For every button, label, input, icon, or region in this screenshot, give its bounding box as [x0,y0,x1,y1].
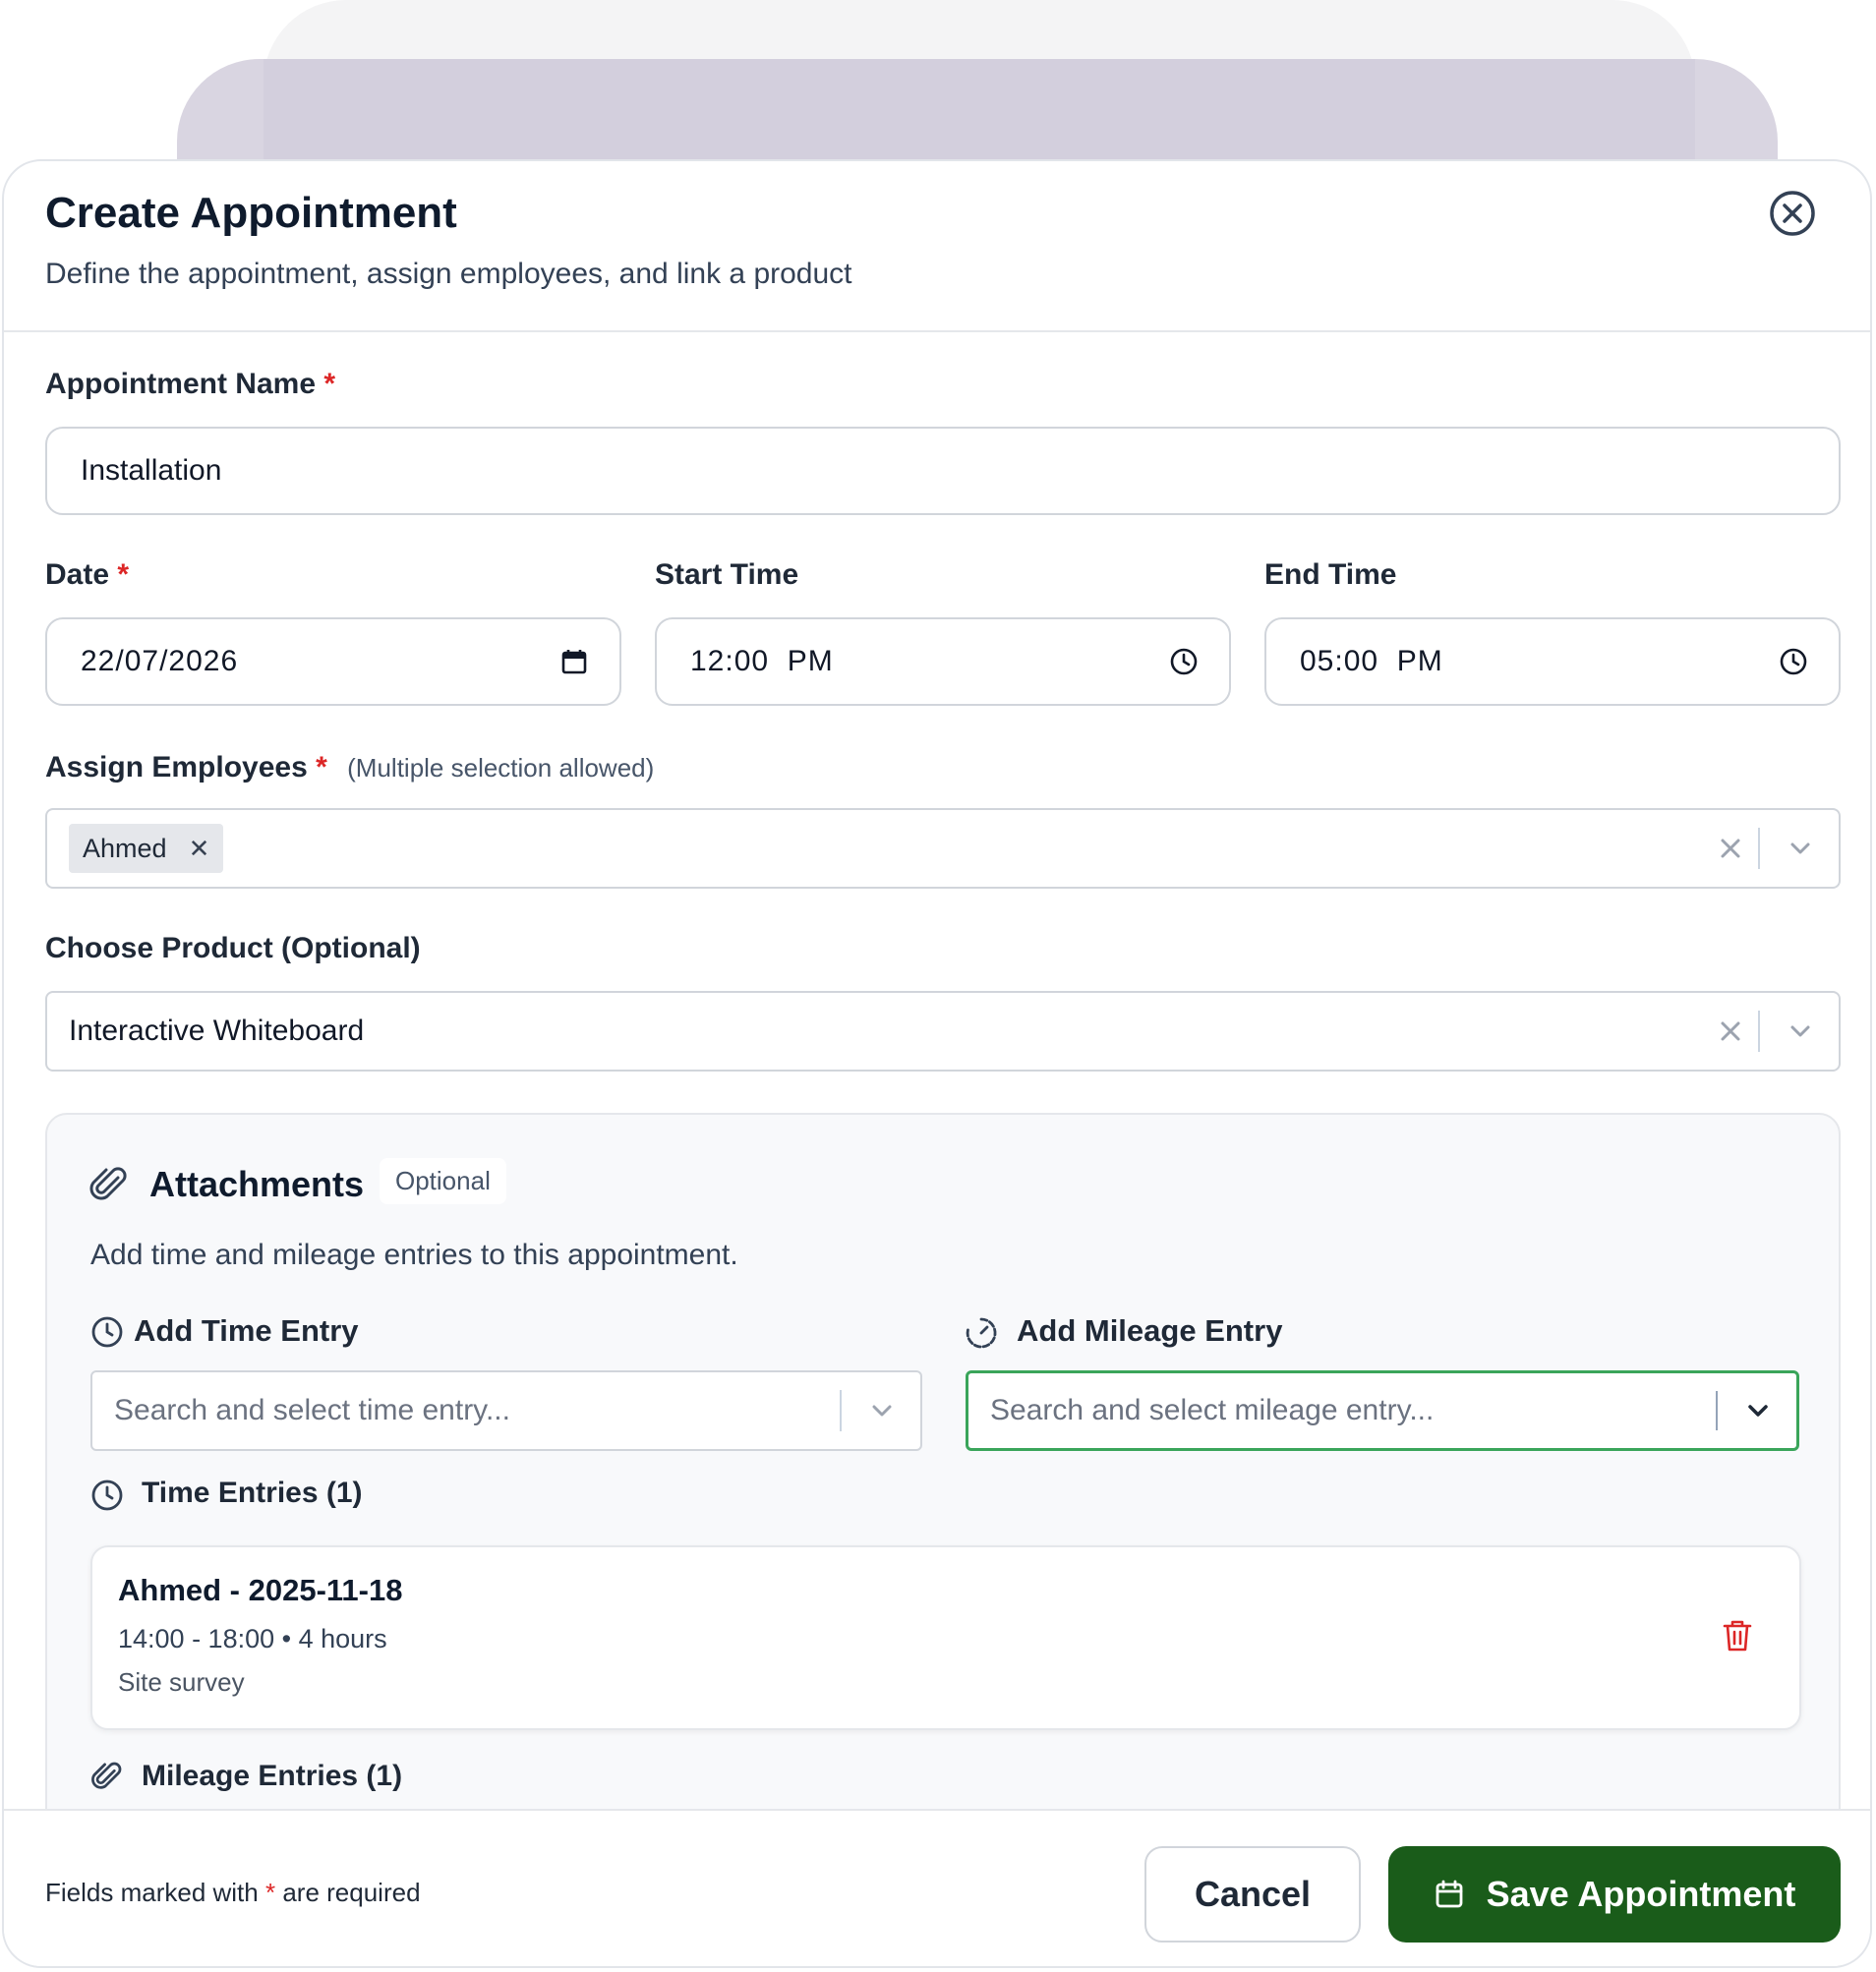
required-note-prefix: Fields marked with [45,1878,259,1907]
assign-employees-select[interactable]: Ahmed ✕ [45,808,1841,889]
close-icon[interactable] [1768,189,1817,238]
appointment-name-input[interactable]: Installation [45,427,1841,515]
time-entry-note: Site survey [118,1667,245,1697]
multiple-selection-hint: (Multiple selection allowed) [347,753,655,783]
dialog-subtitle: Define the appointment, assign employees… [45,258,852,290]
create-appointment-dialog: Create Appointment Define the appointmen… [2,159,1872,1968]
clear-icon[interactable] [1717,835,1744,862]
time-entry-detail: 14:00 - 18:00 • 4 hours [118,1624,387,1653]
appointment-name-value: Installation [81,454,222,487]
time-entry-title: Ahmed - 2025-11-18 [118,1573,403,1607]
add-mileage-entry-label: Add Mileage Entry [1017,1313,1283,1348]
select-separator [840,1390,842,1431]
clear-icon[interactable] [1717,1017,1744,1045]
clock-icon [91,1479,123,1511]
select-separator [1758,828,1760,869]
time-entry-card: Ahmed - 2025-11-18 14:00 - 18:00 • 4 hou… [90,1545,1801,1730]
start-time-input[interactable]: 12:00 PM [655,617,1231,706]
clock-icon[interactable] [1168,646,1200,677]
clock-icon [91,1316,123,1348]
assign-employees-label-text: Assign Employees [45,751,308,783]
dialog-header: Create Appointment Define the appointmen… [4,161,1870,332]
product-value: Interactive Whiteboard [69,1015,365,1047]
calendar-icon [1436,1880,1463,1908]
choose-product-select[interactable]: Interactive Whiteboard [45,991,1841,1072]
dialog-title: Create Appointment [45,189,457,237]
chevron-down-icon[interactable] [1743,1396,1773,1425]
optional-badge: Optional [380,1158,506,1204]
time-entry-placeholder: Search and select time entry... [114,1394,510,1426]
chevron-down-icon[interactable] [867,1396,897,1425]
time-entry-select[interactable]: Search and select time entry... [90,1370,922,1451]
required-mark: * [323,368,336,400]
end-time-value: 05:00 PM [1300,645,1443,677]
dialog-footer: Fields marked with * are required Cancel… [4,1809,1870,1966]
date-value: 22/07/2026 [81,645,239,677]
required-fields-note: Fields marked with * are required [45,1878,421,1908]
date-label-text: Date [45,558,110,591]
appointment-name-label: Appointment Name * [45,368,335,401]
appointment-name-label-text: Appointment Name [45,368,317,400]
mileage-entry-placeholder: Search and select mileage entry... [990,1394,1435,1426]
cancel-button-label: Cancel [1194,1874,1312,1914]
paperclip-icon [91,1762,122,1789]
chevron-down-icon[interactable] [1786,1016,1815,1046]
required-mark: * [117,558,130,591]
time-entries-heading: Time Entries (1) [142,1477,363,1509]
save-button-label: Save Appointment [1486,1874,1796,1914]
date-label: Date * [45,558,129,592]
employee-chip: Ahmed ✕ [69,824,224,873]
save-appointment-button[interactable]: Save Appointment [1388,1846,1841,1943]
choose-product-label: Choose Product (Optional) [45,932,421,964]
select-separator [1758,1011,1760,1052]
date-input[interactable]: 22/07/2026 [45,617,621,706]
attachments-title: Attachments [149,1164,365,1204]
required-mark: * [316,751,327,783]
required-note-suffix: are required [282,1878,421,1907]
chevron-down-icon[interactable] [1786,834,1815,863]
start-time-label: Start Time [655,558,799,591]
assign-employees-label: Assign Employees * (Multiple selection a… [45,751,654,784]
mileage-entries-heading: Mileage Entries (1) [142,1760,403,1792]
employee-chip-label: Ahmed [83,833,167,863]
end-time-label: End Time [1264,558,1397,591]
required-mark: * [264,1878,276,1907]
end-time-input[interactable]: 05:00 PM [1264,617,1841,706]
select-separator [1716,1391,1718,1430]
calendar-icon[interactable] [558,646,590,677]
start-time-value: 12:00 PM [690,645,834,677]
mileage-entry-select[interactable]: Search and select mileage entry... [966,1370,1799,1451]
clock-icon[interactable] [1778,646,1809,677]
trash-icon[interactable] [1721,1618,1754,1653]
gauge-icon [966,1317,997,1349]
cancel-button[interactable]: Cancel [1144,1846,1361,1943]
attachments-description: Add time and mileage entries to this app… [90,1239,738,1271]
remove-chip-icon[interactable]: ✕ [189,834,210,864]
add-time-entry-label: Add Time Entry [134,1313,359,1348]
paperclip-icon [89,1167,127,1200]
